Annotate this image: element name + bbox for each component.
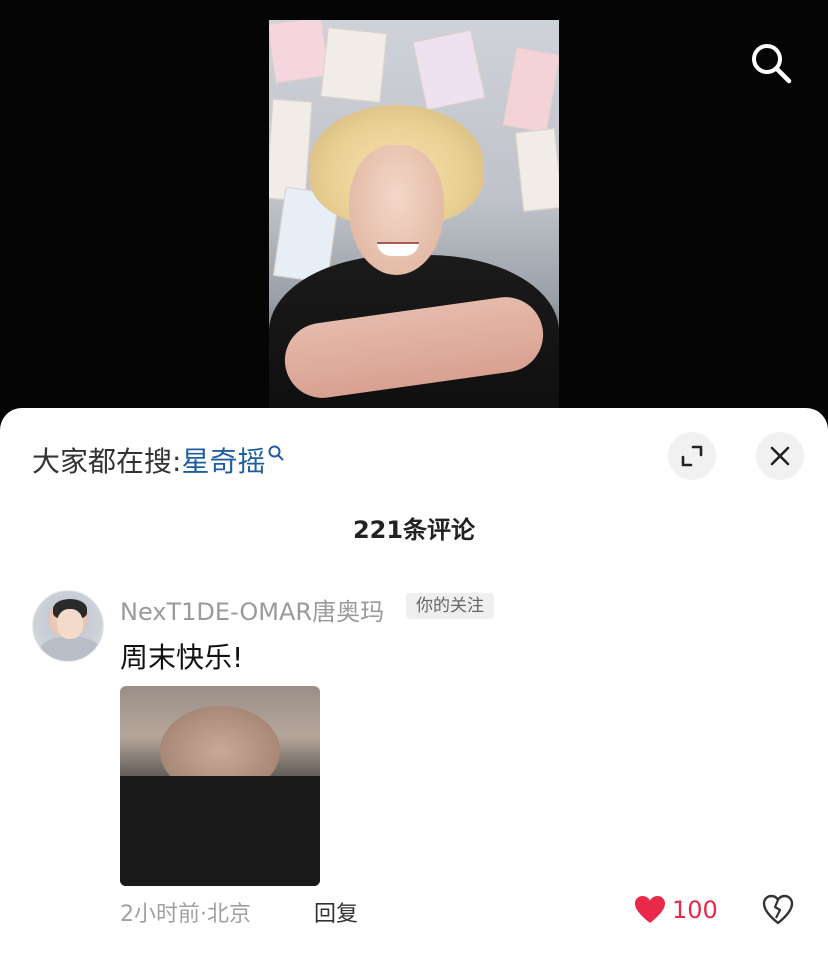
dislike-button[interactable] bbox=[762, 894, 794, 926]
video-player[interactable] bbox=[269, 20, 559, 420]
comment-username[interactable]: NexT1DE-OMAR唐奥玛 bbox=[120, 592, 384, 627]
comment-image[interactable] bbox=[120, 686, 320, 886]
like-button[interactable]: 100 bbox=[634, 894, 718, 926]
comment-count: 221条评论 bbox=[352, 516, 476, 544]
comment-meta: 2小时前·北京 bbox=[120, 902, 251, 927]
close-icon bbox=[770, 446, 790, 466]
comments-sheet: 大家都在搜: 星奇摇 221条评论 NexT1DE-OMAR唐奥玛 你的关注 周… bbox=[0, 408, 828, 960]
wall-paper bbox=[269, 20, 330, 84]
following-badge: 你的关注 bbox=[406, 593, 494, 619]
trending-prefix: 大家都在搜: bbox=[32, 445, 182, 478]
comment-text: 周末快乐! bbox=[120, 641, 244, 674]
app-screen: 大家都在搜: 星奇摇 221条评论 NexT1DE-OMAR唐奥玛 你的关注 周… bbox=[0, 0, 828, 960]
expand-icon bbox=[681, 445, 703, 467]
wall-paper bbox=[502, 46, 559, 134]
search-button[interactable] bbox=[746, 38, 796, 88]
wall-paper bbox=[514, 128, 559, 212]
wall-paper bbox=[269, 98, 313, 202]
wall-paper bbox=[320, 27, 388, 103]
search-small-icon bbox=[268, 445, 284, 461]
search-icon bbox=[752, 44, 792, 84]
heart-icon bbox=[635, 896, 665, 923]
wall-paper bbox=[412, 29, 486, 111]
like-count: 100 bbox=[672, 896, 718, 924]
expand-button[interactable] bbox=[668, 432, 716, 480]
reply-button[interactable]: 回复 bbox=[314, 896, 358, 928]
trending-term[interactable]: 星奇摇 bbox=[181, 440, 265, 480]
close-button[interactable] bbox=[756, 432, 804, 480]
broken-heart-icon bbox=[762, 894, 794, 925]
trending-search[interactable]: 大家都在搜: 星奇摇 bbox=[32, 440, 285, 480]
avatar[interactable] bbox=[32, 590, 104, 662]
